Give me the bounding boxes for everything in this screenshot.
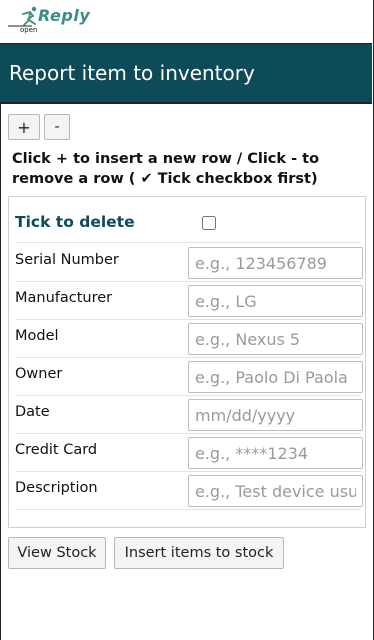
model-input[interactable] — [188, 323, 363, 355]
form-row-date: Date — [15, 396, 363, 434]
logo-wordmark: Reply — [38, 6, 91, 25]
add-row-button[interactable]: + — [8, 114, 40, 140]
page-title: Report item to inventory — [9, 61, 255, 85]
tick-to-delete-label: Tick to delete — [15, 213, 135, 231]
remove-row-button[interactable]: - — [44, 114, 70, 140]
credit-card-label: Credit Card — [15, 442, 98, 458]
top-bar: Reply open — [0, 0, 372, 44]
description-input[interactable] — [188, 475, 363, 507]
manufacturer-input[interactable] — [188, 285, 363, 317]
insert-items-button[interactable]: Insert items to stock — [114, 537, 284, 569]
form-row-description: Description — [15, 472, 363, 510]
date-input[interactable] — [188, 399, 363, 431]
instructions-text: Click + to insert a new row / Click - to… — [12, 151, 320, 187]
owner-input[interactable] — [188, 361, 363, 393]
view-stock-button[interactable]: View Stock — [8, 537, 106, 569]
form-row-credit-card: Credit Card — [15, 434, 363, 472]
date-label: Date — [15, 404, 50, 420]
form-row-owner: Owner — [15, 358, 363, 396]
form-row-manufacturer: Manufacturer — [15, 282, 363, 320]
manufacturer-label: Manufacturer — [15, 290, 113, 306]
tick-row: Tick to delete — [15, 199, 361, 243]
logo-subtext: open — [20, 26, 38, 34]
form-row-serial-number: Serial Number — [15, 244, 363, 282]
delete-checkbox[interactable] — [202, 216, 216, 230]
description-label: Description — [15, 480, 98, 496]
title-bar: Report item to inventory — [0, 44, 372, 104]
form-row-model: Model — [15, 320, 363, 358]
credit-card-input[interactable] — [188, 437, 363, 469]
item-form: Tick to delete Serial Number Manufacture… — [8, 196, 366, 528]
reply-logo[interactable]: Reply open — [6, 4, 96, 36]
serial-number-label: Serial Number — [15, 252, 119, 268]
model-label: Model — [15, 328, 59, 344]
owner-label: Owner — [15, 366, 63, 382]
serial-number-input[interactable] — [188, 247, 363, 279]
